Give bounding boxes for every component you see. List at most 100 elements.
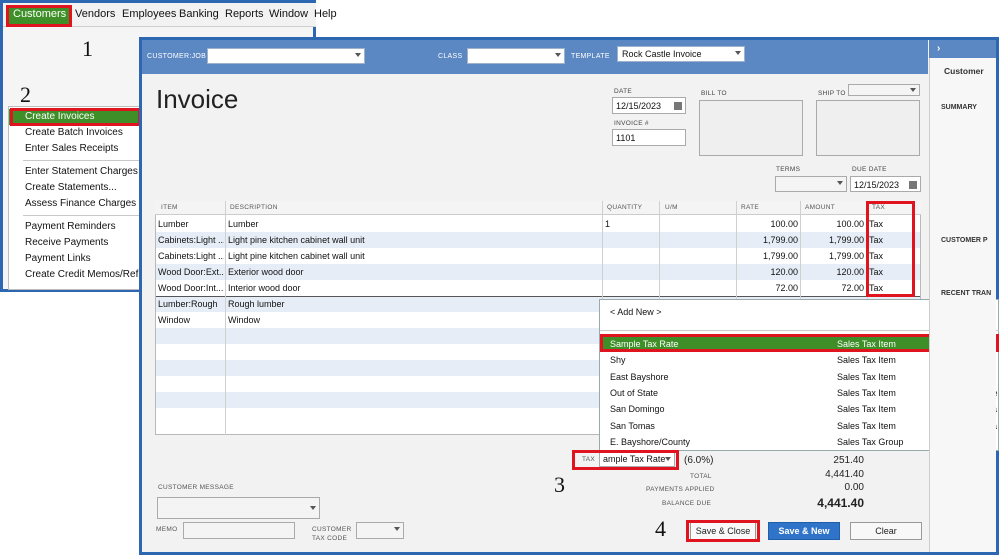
chevron-down-icon (837, 181, 843, 185)
total-value: 4,441.40 (825, 469, 864, 480)
invoice-number-field[interactable]: 1101 (612, 129, 686, 146)
memo-field[interactable] (183, 522, 295, 539)
menu-employees[interactable]: Employees (122, 8, 176, 20)
chevron-down-icon (310, 506, 316, 510)
menu-item-payment-links[interactable]: Payment Links (9, 251, 142, 267)
column-divider (225, 201, 226, 435)
class-select[interactable] (467, 48, 565, 64)
cell-rate: 72.00 (775, 283, 798, 293)
tax-item-name: San Tomas (610, 420, 655, 431)
annotation-box-save-close (686, 520, 760, 542)
cell-amount: 1,799.00 (828, 251, 864, 261)
cell-rate: 1,799.00 (762, 235, 798, 245)
tax-rate: (6.0%) (684, 455, 714, 466)
step-number-3: 3 (554, 472, 565, 497)
cell-description: Light pine kitchen cabinet wall unit (228, 235, 365, 245)
customer-message-select[interactable] (157, 497, 320, 519)
row-divider (156, 296, 920, 297)
cell-description: Interior wood door (228, 283, 301, 293)
due-date-label: DUE DATE (852, 166, 887, 173)
table-row[interactable]: Lumber Lumber 1 100.00 100.00 Tax (156, 216, 920, 232)
tax-item-type: Sales Tax Item (837, 420, 896, 431)
table-row[interactable]: Wood Door:Ext... Exterior wood door 120.00… (156, 264, 920, 280)
menu-banking[interactable]: Banking (179, 8, 219, 20)
panel-tab-customer[interactable]: Customer (944, 66, 984, 76)
customer-tax-code-select[interactable] (356, 522, 404, 539)
menu-vendors[interactable]: Vendors (75, 8, 115, 20)
table-row[interactable]: Wood Door:Int... Interior wood door 72.00 7… (156, 280, 920, 296)
menu-item-create-batch-invoices[interactable]: Create Batch Invoices (9, 125, 142, 141)
clear-button[interactable]: Clear (850, 522, 922, 540)
menu-item-payment-reminders[interactable]: Payment Reminders (9, 219, 142, 235)
menu-item-create-credit-memos[interactable]: Create Credit Memos/Refunds (9, 267, 142, 283)
add-new-label: < Add New > (610, 307, 662, 317)
cell-rate: 100.00 (770, 219, 798, 229)
calendar-icon[interactable] (909, 181, 917, 189)
cell-description: Lumber (228, 219, 259, 229)
menu-separator (23, 215, 141, 216)
annotation-box-create-invoices (10, 108, 141, 126)
menu-item-enter-sales-receipts[interactable]: Enter Sales Receipts (9, 141, 142, 157)
terms-select[interactable] (775, 176, 847, 192)
tax-amount: 251.40 (833, 455, 864, 466)
table-row[interactable]: Cabinets:Light ... Light pine kitchen cab… (156, 232, 920, 248)
tax-item-name: Out of State (610, 387, 659, 398)
cell-amount: 1,799.00 (828, 235, 864, 245)
panel-toggle-bar: › (929, 40, 996, 58)
chevron-down-icon (555, 53, 561, 57)
tax-item-type: Sales Tax Group (837, 436, 904, 447)
template-value: Rock Castle Invoice (622, 49, 702, 59)
cell-amount: 100.00 (836, 219, 864, 229)
customer-job-select[interactable] (207, 48, 365, 64)
menu-reports[interactable]: Reports (225, 8, 264, 20)
menu-item-enter-statement-charges[interactable]: Enter Statement Charges (9, 164, 142, 180)
cell-rate: 1,799.00 (762, 251, 798, 261)
menu-window[interactable]: Window (269, 8, 308, 20)
cell-amount: 120.00 (836, 267, 864, 277)
menu-help[interactable]: Help (314, 8, 344, 20)
cell-item: Lumber (158, 219, 189, 229)
customer-job-label: CUSTOMER:JOB (147, 53, 207, 60)
tax-item-type: Sales Tax Item (837, 371, 896, 382)
balance-due-label: BALANCE DUE (662, 500, 712, 507)
cell-item: Cabinets:Light ... (158, 251, 224, 261)
chevron-down-icon (394, 527, 400, 531)
menu-item-assess-finance-charges[interactable]: Assess Finance Charges (9, 196, 142, 212)
table-row[interactable]: Cabinets:Light ... Light pine kitchen cab… (156, 248, 920, 264)
due-date-field[interactable]: 12/15/2023 (850, 176, 921, 192)
cell-quantity: 1 (605, 219, 611, 229)
calendar-icon[interactable] (674, 102, 682, 110)
tax-item-type: Sales Tax Item (837, 404, 896, 415)
date-field[interactable]: 12/15/2023 (612, 97, 686, 114)
bill-to-field[interactable] (699, 100, 803, 156)
col-header-rate: RATE (741, 204, 760, 211)
cell-item: Wood Door:Ext... (158, 267, 224, 277)
due-date-value: 12/15/2023 (854, 180, 900, 190)
cell-item: Wood Door:Int... (158, 283, 224, 293)
total-label: TOTAL (690, 473, 712, 480)
date-label: DATE (614, 88, 633, 95)
template-select[interactable]: Rock Castle Invoice (617, 46, 745, 62)
ship-to-field[interactable] (816, 100, 920, 156)
annotation-box-tax-select (572, 450, 679, 470)
ship-to-select[interactable] (848, 84, 920, 96)
menu-separator (23, 160, 141, 161)
cell-amount: 72.00 (841, 283, 864, 293)
menu-item-create-statements[interactable]: Create Statements... (9, 180, 142, 196)
col-header-amount: AMOUNT (805, 204, 835, 211)
payments-applied-label: PAYMENTS APPLIED (646, 486, 715, 493)
chevron-down-icon (735, 51, 741, 55)
chevron-down-icon (910, 88, 916, 92)
menu-item-receive-payments[interactable]: Receive Payments (9, 235, 142, 251)
col-header-um: U/M (665, 204, 678, 211)
save-new-button[interactable]: Save & New (768, 522, 840, 540)
date-value: 12/15/2023 (616, 101, 662, 111)
memo-label: MEMO (156, 526, 178, 533)
cell-description: Light pine kitchen cabinet wall unit (228, 251, 365, 261)
chevron-down-icon (355, 53, 361, 57)
annotation-box-tax-column (866, 201, 915, 297)
chevron-right-icon[interactable]: › (937, 43, 940, 54)
tax-item-name: Shy (610, 355, 626, 366)
bill-to-label: BILL TO (701, 90, 727, 97)
customer-tax-code-label: CUSTOMER (312, 526, 352, 533)
